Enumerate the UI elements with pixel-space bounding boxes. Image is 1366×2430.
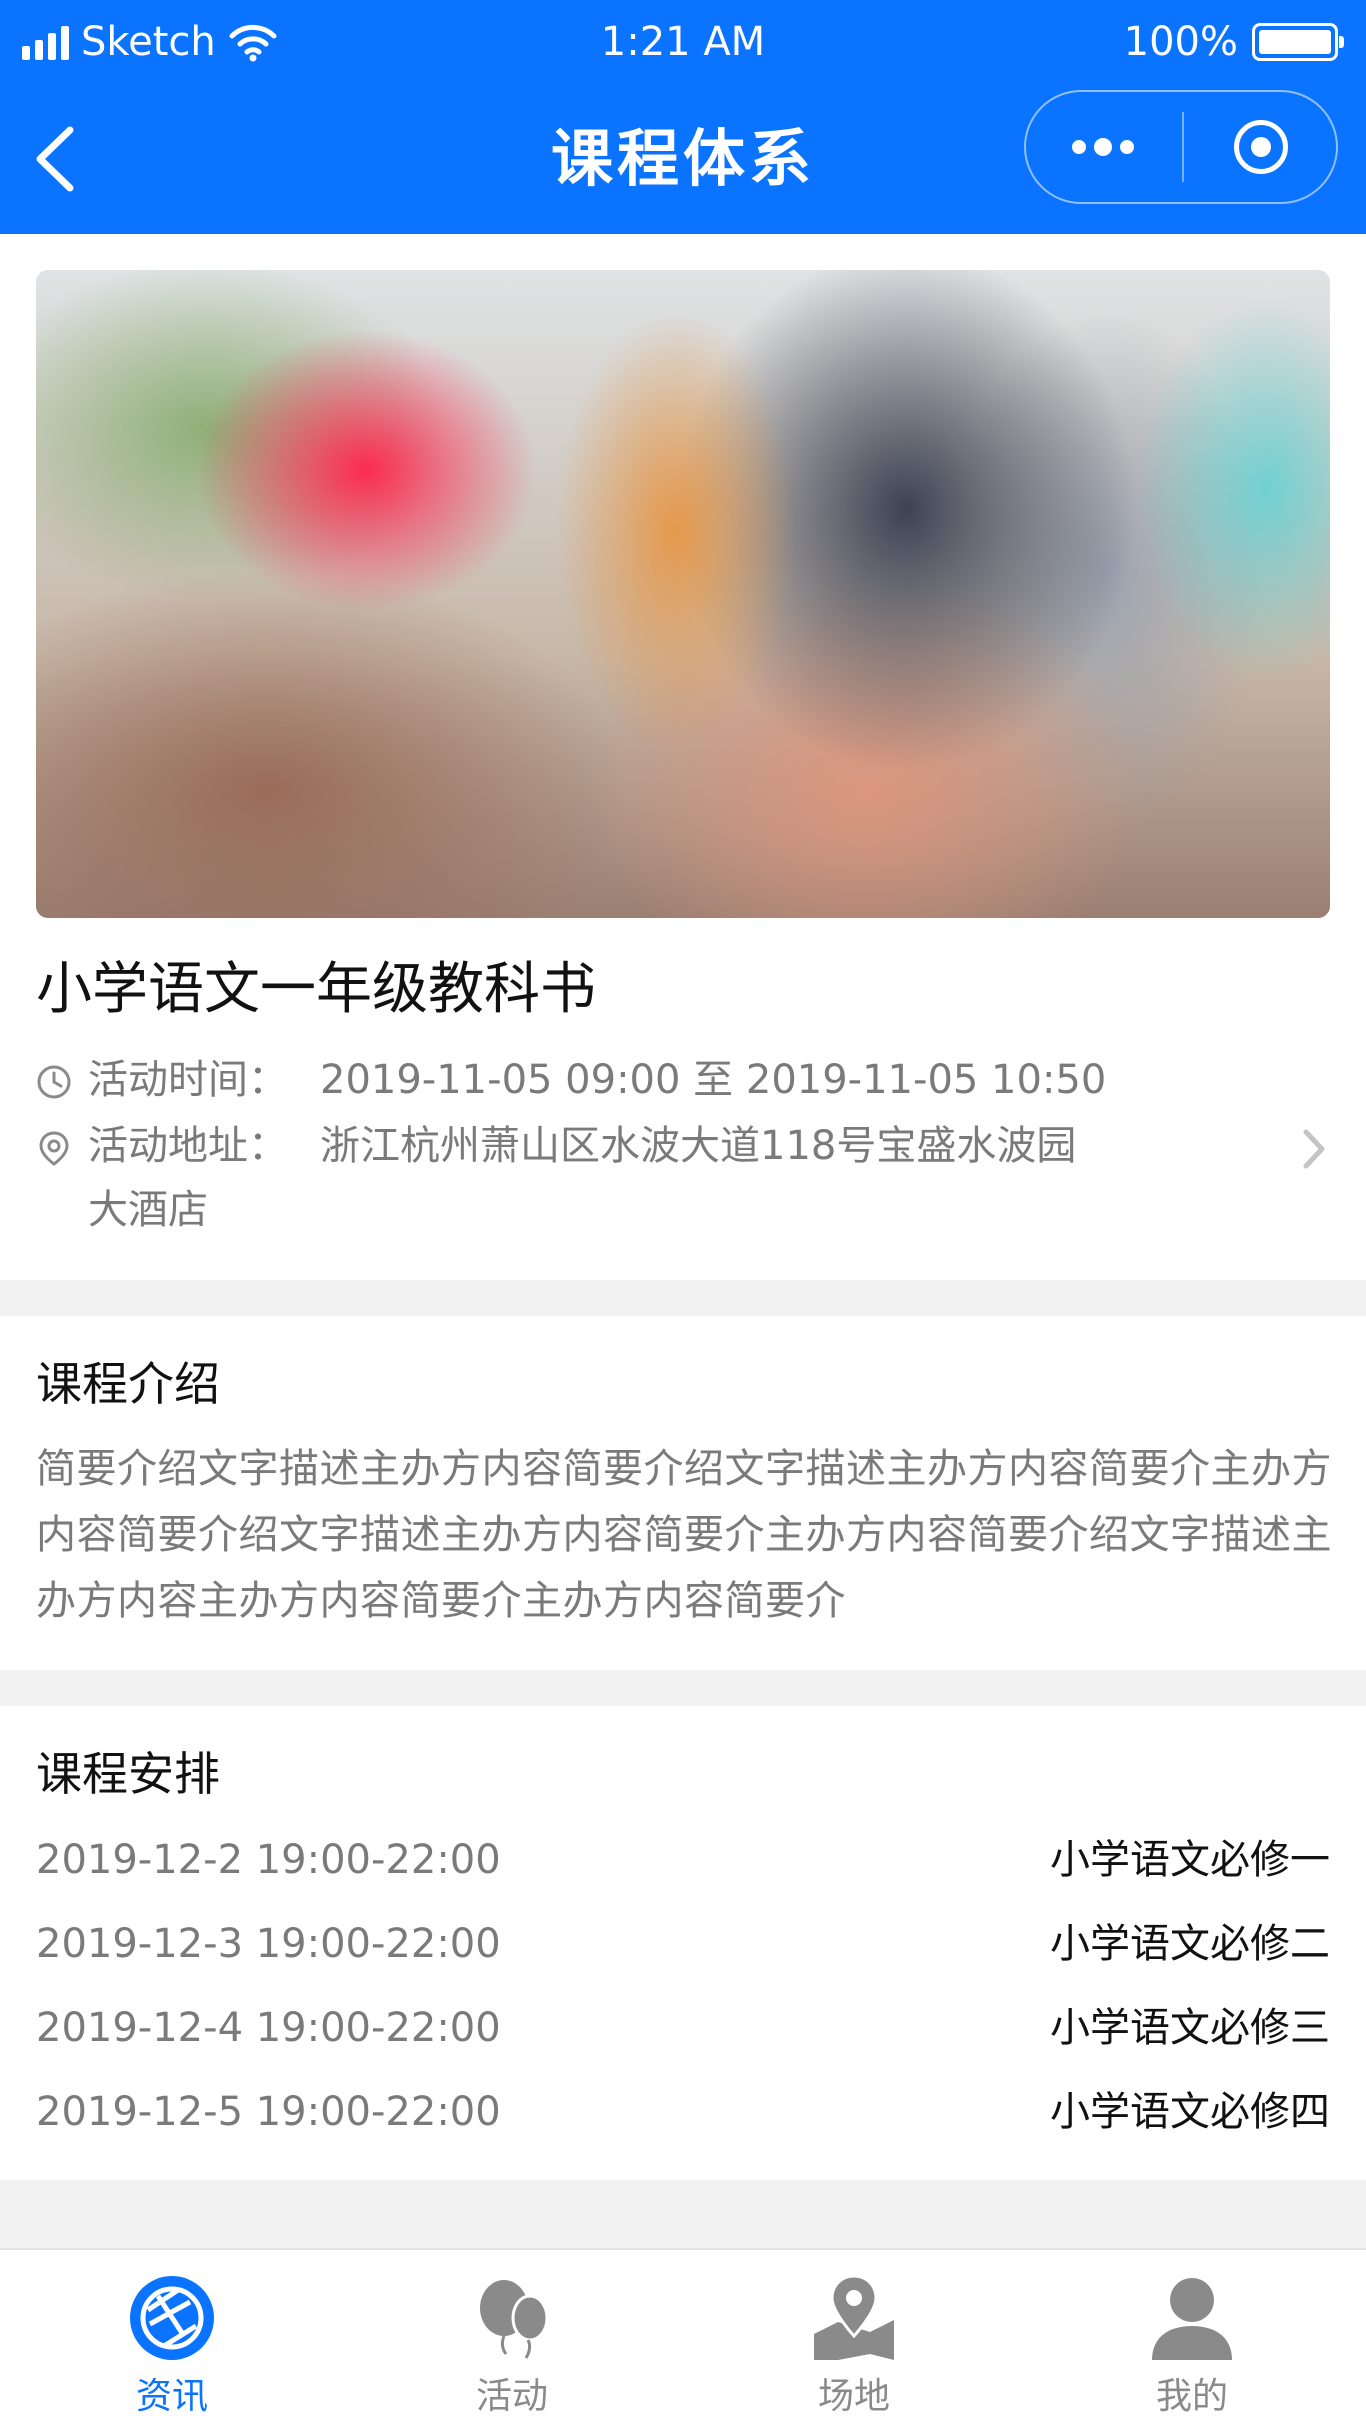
map-pin-icon — [814, 2274, 894, 2360]
schedule-row: 2019-12-2 19:00-22:00 小学语文必修一 — [36, 1830, 1330, 1890]
schedule-date: 2019-12-2 19:00-22:00 — [36, 1837, 501, 1883]
address-value-continued: 大酒店 — [88, 1187, 208, 1233]
tab-label: 活动 — [475, 2376, 548, 2417]
aperture-icon — [130, 2276, 214, 2360]
schedule-course-name: 小学语文必修一 — [1050, 1837, 1330, 1883]
time-value: 2019-11-05 09:00 至 2019-11-05 10:50 — [320, 1057, 1107, 1103]
close-button[interactable] — [1184, 92, 1338, 202]
tab-label: 场地 — [817, 2376, 890, 2417]
schedule-title: 课程安排 — [36, 1747, 220, 1801]
tab-mine[interactable]: 我的 — [1092, 2274, 1292, 2424]
more-dots-icon — [1072, 138, 1134, 156]
tab-news[interactable]: 资讯 — [72, 2274, 272, 2424]
target-circle-icon — [1234, 120, 1288, 174]
address-label: 活动地址： — [88, 1123, 288, 1169]
schedule-row: 2019-12-5 19:00-22:00 小学语文必修四 — [36, 2082, 1330, 2142]
intro-title: 课程介绍 — [36, 1357, 220, 1411]
course-intro-section: 课程介绍 简要介绍文字描述主办方内容简要介绍文字描述主办方内容简要介主办方内容简… — [0, 1316, 1366, 1670]
schedule-date: 2019-12-4 19:00-22:00 — [36, 2005, 501, 2051]
schedule-course-name: 小学语文必修三 — [1050, 2005, 1330, 2051]
status-right: 100% — [1123, 14, 1344, 70]
schedule-row: 2019-12-4 19:00-22:00 小学语文必修三 — [36, 1998, 1330, 2058]
time-label: 活动时间： — [88, 1057, 288, 1103]
tab-label: 资讯 — [135, 2376, 208, 2417]
more-button[interactable] — [1026, 92, 1180, 202]
battery-fill — [1259, 30, 1331, 54]
course-banner-image — [36, 270, 1330, 918]
course-schedule-section: 课程安排 2019-12-2 19:00-22:00 小学语文必修一 2019-… — [0, 1706, 1366, 2180]
tab-label: 我的 — [1155, 2376, 1228, 2417]
course-title: 小学语文一年级教科书 — [36, 957, 596, 1022]
schedule-course-name: 小学语文必修四 — [1050, 2089, 1330, 2135]
course-info-section: 小学语文一年级教科书 活动时间： 2019-11-05 09:00 至 2019… — [0, 234, 1366, 1280]
status-bar: Sketch 1:21 AM 100% — [0, 0, 1366, 84]
tab-venue[interactable]: 场地 — [754, 2274, 954, 2424]
chevron-right-icon[interactable] — [1298, 1124, 1328, 1174]
balloons-icon — [480, 2280, 549, 2359]
tab-bar: 资讯 活动 场地 我的 — [0, 2248, 1366, 2430]
schedule-course-name: 小学语文必修二 — [1050, 1921, 1330, 1967]
mini-program-capsule — [1024, 90, 1338, 204]
schedule-date: 2019-12-5 19:00-22:00 — [36, 2089, 501, 2135]
schedule-date: 2019-12-3 19:00-22:00 — [36, 1921, 501, 1967]
address-value: 浙江杭州萧山区水波大道118号宝盛水波园 — [320, 1123, 1077, 1169]
header: Sketch 1:21 AM 100% 课程体系 — [0, 0, 1366, 234]
navbar: 课程体系 — [0, 84, 1366, 234]
clock-icon — [37, 1065, 71, 1099]
schedule-row: 2019-12-3 19:00-22:00 小学语文必修二 — [36, 1914, 1330, 1974]
user-icon — [1152, 2278, 1232, 2360]
battery-icon — [1252, 23, 1344, 61]
location-pin-icon — [39, 1131, 69, 1166]
intro-text: 简要介绍文字描述主办方内容简要介绍文字描述主办方内容简要介主办方内容简要介绍文字… — [36, 1446, 1332, 1624]
tab-activity[interactable]: 活动 — [412, 2274, 612, 2424]
battery-percent: 100% — [1123, 19, 1238, 65]
